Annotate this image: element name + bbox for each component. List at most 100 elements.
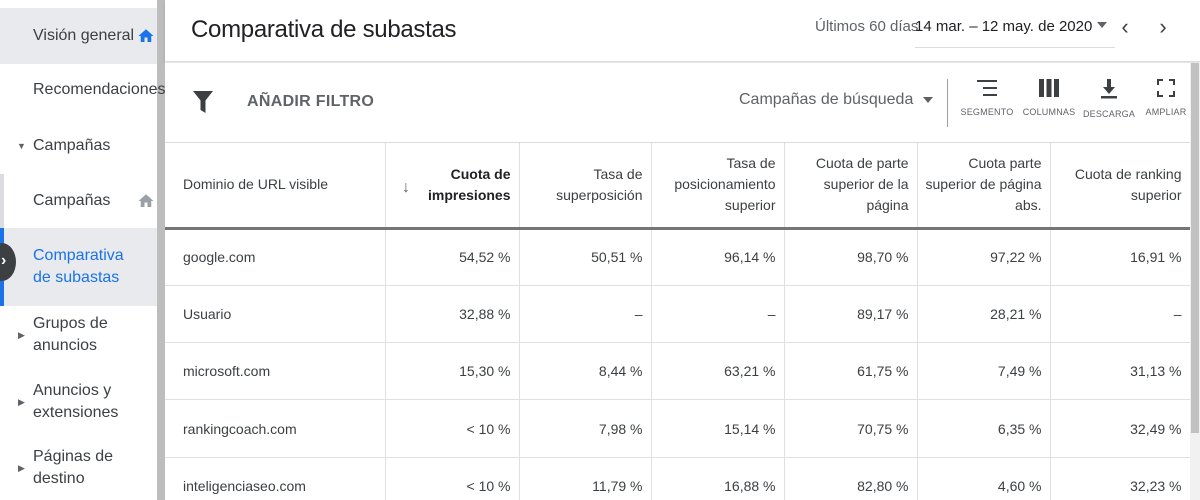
domain-cell: google.com <box>165 228 386 286</box>
domain-cell: inteligenciaseo.com <box>165 457 386 500</box>
metric-cell: 11,79 % <box>519 457 652 500</box>
expand-triangle-icon: ▶ <box>18 463 25 473</box>
sidebar-item-campaigns[interactable]: Campañas <box>0 174 157 228</box>
campaign-type-select[interactable]: Campañas de búsqueda <box>739 91 934 109</box>
column-header-top-position-rate[interactable]: Tasa de posicionamiento superior <box>651 143 785 230</box>
sidebar-item-label: Visión general <box>33 27 135 44</box>
sidebar-item-label: Grupos de anuncios <box>33 315 108 354</box>
sidebar: Visión general Recomendaciones ▼ Campaña… <box>0 0 166 500</box>
metric-cell: 7,98 % <box>519 399 652 458</box>
table-row: Usuario 32,88 % – –89,17 % 28,21 % – <box>165 285 1191 344</box>
page-title: Comparativa de subastas <box>191 16 457 43</box>
metric-cell: 6,35 % <box>917 399 1051 458</box>
auction-insights-table: ↓ Dominio de URL visible Cuota de impres… <box>165 143 1191 500</box>
segment-icon <box>977 80 997 96</box>
metric-cell: 96,14 % <box>651 228 785 286</box>
expand-triangle-icon: ▶ <box>18 397 25 407</box>
metric-cell: 82,80 % <box>784 457 918 500</box>
domain-cell: Usuario <box>165 285 386 344</box>
table-row: rankingcoach.com < 10 % 7,98 % 15,14 % 70,75… <box>165 399 1191 458</box>
expand-button[interactable]: AMPLIAR <box>1136 79 1196 117</box>
metric-cell: – <box>519 285 652 344</box>
metric-cell: 7,49 % <box>917 342 1051 401</box>
sidebar-item-label: Recomendaciones <box>33 81 166 98</box>
metric-cell: – <box>651 285 785 344</box>
sidebar-item-ads-extensions[interactable]: ▶ Anuncios y extensiones <box>0 370 157 434</box>
expand-triangle-icon: ▶ <box>18 330 25 340</box>
column-header-overlap-rate[interactable]: Tasa de superposición <box>519 143 652 230</box>
next-period-icon[interactable]: › <box>1153 14 1173 40</box>
toolbar-divider <box>947 79 948 127</box>
date-range-select[interactable]: 14 mar. – 12 may. de 2020 <box>915 10 1115 48</box>
sidebar-item-overview[interactable]: Visión general <box>0 8 157 64</box>
table-row: google.com 54,52 % 50,51 % 96,14 % 98,70 % 97… <box>165 228 1191 286</box>
metric-cell: 4,60 % <box>917 457 1051 500</box>
vertical-scrollbar[interactable] <box>1190 63 1200 500</box>
download-icon <box>1101 79 1117 99</box>
campaign-type-value: Campañas de búsqueda <box>739 91 914 108</box>
sidebar-item-campaigns-group[interactable]: ▼ Campañas <box>0 124 157 168</box>
metric-cell: 15,14 % <box>651 399 785 458</box>
date-range-value: 14 mar. – 12 may. de 2020 <box>915 18 1093 35</box>
metric-cell: 8,44 % <box>519 342 652 401</box>
metric-cell: 70,75 % <box>784 399 918 458</box>
metric-cell: 15,30 % <box>385 342 520 401</box>
columns-icon <box>1039 79 1059 97</box>
download-button[interactable]: DESCARGA <box>1079 79 1139 119</box>
sidebar-item-label: Páginas de destino <box>33 448 114 487</box>
scrollbar-thumb[interactable] <box>1191 63 1199 433</box>
sidebar-item-ad-groups[interactable]: ▶ Grupos de anuncios <box>0 313 157 357</box>
sidebar-item-label: Anuncios y extensiones <box>33 382 119 421</box>
metric-cell: 28,21 % <box>917 285 1051 344</box>
table-row: inteligenciaseo.com < 10 % 11,79 % 16,88 % 8… <box>165 457 1191 500</box>
metric-cell: 50,51 % <box>519 228 652 286</box>
download-label: DESCARGA <box>1082 109 1136 119</box>
sidebar-item-auction-insights[interactable]: Comparativa de subastas <box>0 228 157 306</box>
columns-button[interactable]: COLUMNAS <box>1019 79 1079 117</box>
sidebar-item-label: Campañas <box>33 137 111 154</box>
add-filter-button[interactable]: AÑADIR FILTRO <box>247 93 374 111</box>
column-header-top-of-page-rate[interactable]: Cuota de parte superior de la página <box>784 143 918 230</box>
column-header-domain[interactable]: Dominio de URL visible <box>165 143 386 230</box>
metric-cell: < 10 % <box>385 457 520 500</box>
table-row: microsoft.com 15,30 % 8,44 % 63,21 % 61,75 %… <box>165 342 1191 401</box>
metric-cell: 54,52 % <box>385 228 520 286</box>
metric-cell: 32,23 % <box>1050 457 1191 500</box>
sidebar-item-recommendations[interactable]: Recomendaciones <box>0 68 166 112</box>
metric-cell: 32,88 % <box>385 285 520 344</box>
metric-cell: < 10 % <box>385 399 520 458</box>
segment-button[interactable]: SEGMENTO <box>957 79 1017 117</box>
page-header: Comparativa de subastas Últimos 60 días … <box>165 0 1200 62</box>
metric-cell: 32,49 % <box>1050 399 1191 458</box>
expand-triangle-icon: ▼ <box>17 141 26 151</box>
table-header-row: Dominio de URL visible Cuota de impresio… <box>165 143 1191 230</box>
date-preset-label: Últimos 60 días <box>815 18 919 35</box>
filter-icon[interactable] <box>193 91 213 113</box>
metric-cell: 16,91 % <box>1050 228 1191 286</box>
dropdown-caret-icon <box>923 96 934 103</box>
domain-cell: microsoft.com <box>165 342 386 401</box>
segment-label: SEGMENTO <box>960 107 1014 117</box>
domain-cell: rankingcoach.com <box>165 399 386 458</box>
columns-label: COLUMNAS <box>1022 107 1076 117</box>
metric-cell: 63,21 % <box>651 342 785 401</box>
metric-cell: 98,70 % <box>784 228 918 286</box>
sidebar-item-label: Comparativa de subastas <box>33 247 124 286</box>
metric-cell: 16,88 % <box>651 457 785 500</box>
column-header-outranking-share[interactable]: Cuota de ranking superior <box>1050 143 1191 230</box>
expand-label: AMPLIAR <box>1145 107 1187 117</box>
metric-cell: 89,17 % <box>784 285 918 344</box>
column-header-abs-top-of-page-rate[interactable]: Cuota parte superior de página abs. <box>917 143 1051 230</box>
home-icon <box>138 194 154 207</box>
fullscreen-icon <box>1157 79 1175 97</box>
chevron-right-icon: › <box>1 252 7 269</box>
sidebar-item-landing-pages[interactable]: ▶ Páginas de destino <box>0 446 157 490</box>
metric-cell: 61,75 % <box>784 342 918 401</box>
previous-period-icon[interactable]: ‹ <box>1115 14 1135 40</box>
metric-cell: 31,13 % <box>1050 342 1191 401</box>
table-toolbar: AÑADIR FILTRO Campañas de búsqueda SEGME… <box>165 63 1200 143</box>
sort-descending-icon[interactable]: ↓ <box>402 179 410 197</box>
metric-cell: – <box>1050 285 1191 344</box>
home-icon <box>138 29 154 42</box>
dropdown-caret-icon <box>1097 22 1107 28</box>
